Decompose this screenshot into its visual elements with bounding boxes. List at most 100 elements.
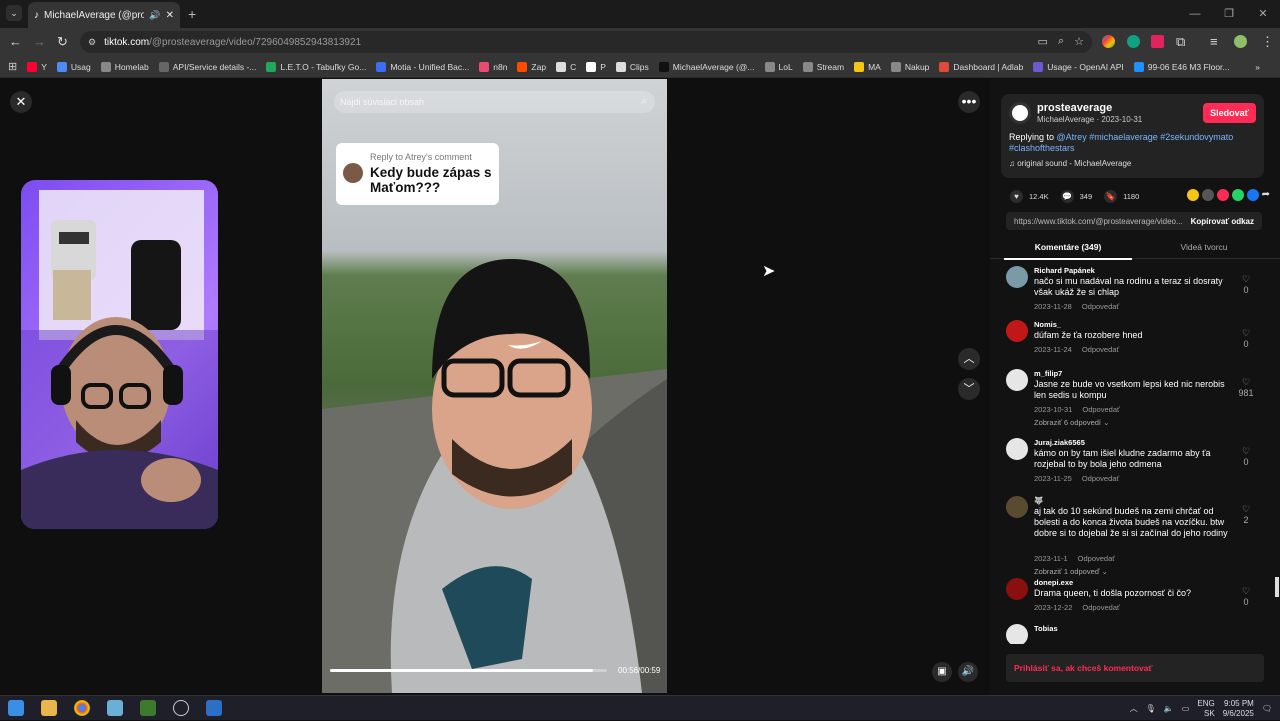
comment-like[interactable]: ♡ 0 [1238, 328, 1254, 350]
video-player[interactable]: Nájdi súvisiaci obsah ⌕ Reply to Atrey's… [322, 79, 667, 693]
cast-icon[interactable]: ▭ [1038, 35, 1048, 48]
calculator-icon[interactable] [206, 700, 222, 716]
author-handle[interactable]: prosteaverage [1037, 102, 1112, 114]
app-icon[interactable] [107, 700, 123, 716]
bookmark-item[interactable]: Homelab [100, 61, 149, 72]
bookmark-item[interactable]: L.E.T.O - Tabuľky Go... [266, 61, 366, 72]
chrome-icon[interactable] [74, 700, 90, 716]
search-icon[interactable]: ⌕ [641, 91, 647, 113]
comment-like[interactable]: ♡ 0 [1238, 274, 1254, 296]
comment-like[interactable]: ♡ 0 [1238, 446, 1254, 468]
comment-like[interactable]: ♡ 0 [1238, 586, 1254, 608]
bookmark-star-icon[interactable]: ☆ [1074, 35, 1084, 48]
heart-icon[interactable]: ♡ [1242, 377, 1250, 387]
microphone-icon[interactable]: 🎙 [1146, 704, 1156, 713]
comment-username[interactable]: donepi.exe [1034, 578, 1073, 587]
tab-comments[interactable]: Komentáre (349) [1004, 242, 1132, 260]
reload-icon[interactable]: ↻ [57, 35, 68, 49]
more-options-button[interactable]: ••• [958, 91, 980, 113]
scrollbar-thumb[interactable] [1275, 577, 1279, 597]
commenter-avatar[interactable] [1006, 369, 1028, 391]
site-info-icon[interactable]: ⚙ [88, 37, 96, 48]
bookmark-item[interactable]: API/Service details -... [158, 61, 256, 72]
file-explorer-icon[interactable] [41, 700, 57, 716]
browser-menu-icon[interactable]: ⋮ [1261, 35, 1274, 49]
comment-username[interactable]: Nomis_ [1034, 320, 1061, 329]
clock[interactable]: 9:05 PM 9/6/2025 [1223, 699, 1254, 719]
reply-button[interactable]: Odpovedať [1082, 405, 1119, 414]
extension-red-icon[interactable] [1151, 35, 1164, 48]
comment-like[interactable]: ♡ 2 [1238, 504, 1254, 526]
bookmark-item[interactable]: Usag [56, 61, 91, 72]
extension-icon[interactable] [1102, 35, 1115, 48]
chatgpt-extension-icon[interactable] [1127, 35, 1140, 48]
comment-username[interactable]: Richard Papánek [1034, 266, 1095, 275]
commenter-avatar[interactable] [1006, 578, 1028, 600]
heart-icon[interactable]: ♡ [1242, 446, 1250, 456]
share-icon[interactable] [1246, 189, 1259, 201]
bookmark-item[interactable]: Usage - OpenAI API [1033, 61, 1124, 72]
bookmark-item[interactable]: P [586, 61, 606, 72]
share-arrow-icon[interactable]: ➦ [1262, 189, 1270, 201]
bookmark-item[interactable]: Dashboard | Adlab [939, 61, 1023, 72]
view-replies-button[interactable]: Zobraziť 6 odpovedí ⌄ [1034, 418, 1109, 427]
bookmark-item[interactable]: MA [854, 61, 881, 72]
reply-button[interactable]: Odpovedať [1078, 554, 1115, 563]
video-progress-bar[interactable] [330, 669, 607, 672]
comment-username[interactable]: Tobias [1034, 624, 1058, 633]
new-tab-button[interactable]: + [188, 6, 196, 22]
volume-icon[interactable]: 🔊 [958, 662, 978, 682]
tab-tiktok[interactable]: ♪ MichaelAverage (@proste 🔊 ✕ [28, 2, 180, 28]
heart-icon[interactable]: ♡ [1242, 328, 1250, 338]
bookmark-item[interactable]: C [556, 61, 576, 72]
heart-icon[interactable]: ♡ [1242, 504, 1250, 514]
bookmark-item[interactable]: MichaelAverage (@... [658, 61, 755, 72]
next-video-button[interactable]: ﹀ [958, 378, 980, 400]
speedometer-icon[interactable] [173, 700, 189, 716]
bookmark-item[interactable]: LoL [764, 61, 793, 72]
tab-search-button[interactable]: ⌄ [6, 5, 22, 21]
forward-icon[interactable]: → [33, 35, 46, 49]
heart-icon[interactable]: ♡ [1242, 274, 1250, 284]
address-bar[interactable]: ⚙ tiktok.com/@prosteaverage/video/729604… [80, 31, 1092, 53]
extensions-puzzle-icon[interactable]: ⧉ [1176, 35, 1185, 49]
like-icon[interactable]: ♥ [1010, 189, 1023, 203]
comment-username[interactable]: 🐺 [1034, 496, 1043, 505]
view-replies-button[interactable]: Zobraziť 1 odpoveď ⌄ [1034, 567, 1108, 576]
heart-icon[interactable]: ♡ [1242, 586, 1250, 596]
volume-tray-icon[interactable]: 🔈 [1164, 704, 1174, 713]
reply-button[interactable]: Odpovedať [1082, 302, 1119, 311]
close-video-button[interactable]: ✕ [10, 91, 32, 113]
back-icon[interactable]: ← [9, 35, 22, 49]
tab-list-icon[interactable]: ≡ [1210, 35, 1218, 49]
apps-grid-icon[interactable]: ⊞ [8, 60, 17, 73]
reply-button[interactable]: Odpovedať [1082, 603, 1119, 612]
follow-button[interactable]: Sledovať [1203, 103, 1256, 123]
reply-button[interactable]: Odpovedať [1082, 474, 1119, 483]
network-icon[interactable]: ▭ [1182, 704, 1190, 713]
close-tab-icon[interactable]: ✕ [166, 10, 174, 21]
picture-in-picture-icon[interactable]: ▣ [932, 662, 952, 682]
copy-link-button[interactable]: Kopírovať odkaz [1183, 217, 1262, 226]
reply-button[interactable]: Odpovedať [1082, 345, 1119, 354]
tray-overflow-icon[interactable]: ︿ [1130, 703, 1138, 714]
bookmark-item[interactable]: 99-06 E46 M3 Floor... [1133, 61, 1230, 72]
close-window-button[interactable]: ✕ [1246, 0, 1280, 28]
related-search-input[interactable]: Nájdi súvisiaci obsah ⌕ [334, 91, 655, 113]
share-icon[interactable] [1216, 189, 1229, 201]
windows-start-icon[interactable] [8, 700, 24, 716]
language-indicator[interactable]: ENG SK [1197, 699, 1214, 719]
bookmark-item[interactable]: Motia - Unified Bac... [376, 61, 469, 72]
tab-creator-videos[interactable]: Videá tvorcu [1140, 242, 1268, 252]
notifications-icon[interactable]: 🗨 [1262, 704, 1272, 713]
minimize-button[interactable]: — [1178, 0, 1212, 28]
commenter-avatar[interactable] [1006, 320, 1028, 342]
comment-username[interactable]: m_filip7 [1034, 369, 1062, 378]
sound-link[interactable]: ♫ original sound - MichaelAverage [1009, 159, 1131, 168]
bookmark-icon[interactable]: 🔖 [1104, 189, 1118, 203]
bookmark-item[interactable]: Nakup [890, 61, 929, 72]
comment-username[interactable]: Juraj.ziak6565 [1034, 438, 1085, 447]
commenter-avatar[interactable] [1006, 624, 1028, 644]
bookmark-item[interactable]: Clips [615, 61, 649, 72]
share-icon[interactable] [1231, 189, 1244, 201]
